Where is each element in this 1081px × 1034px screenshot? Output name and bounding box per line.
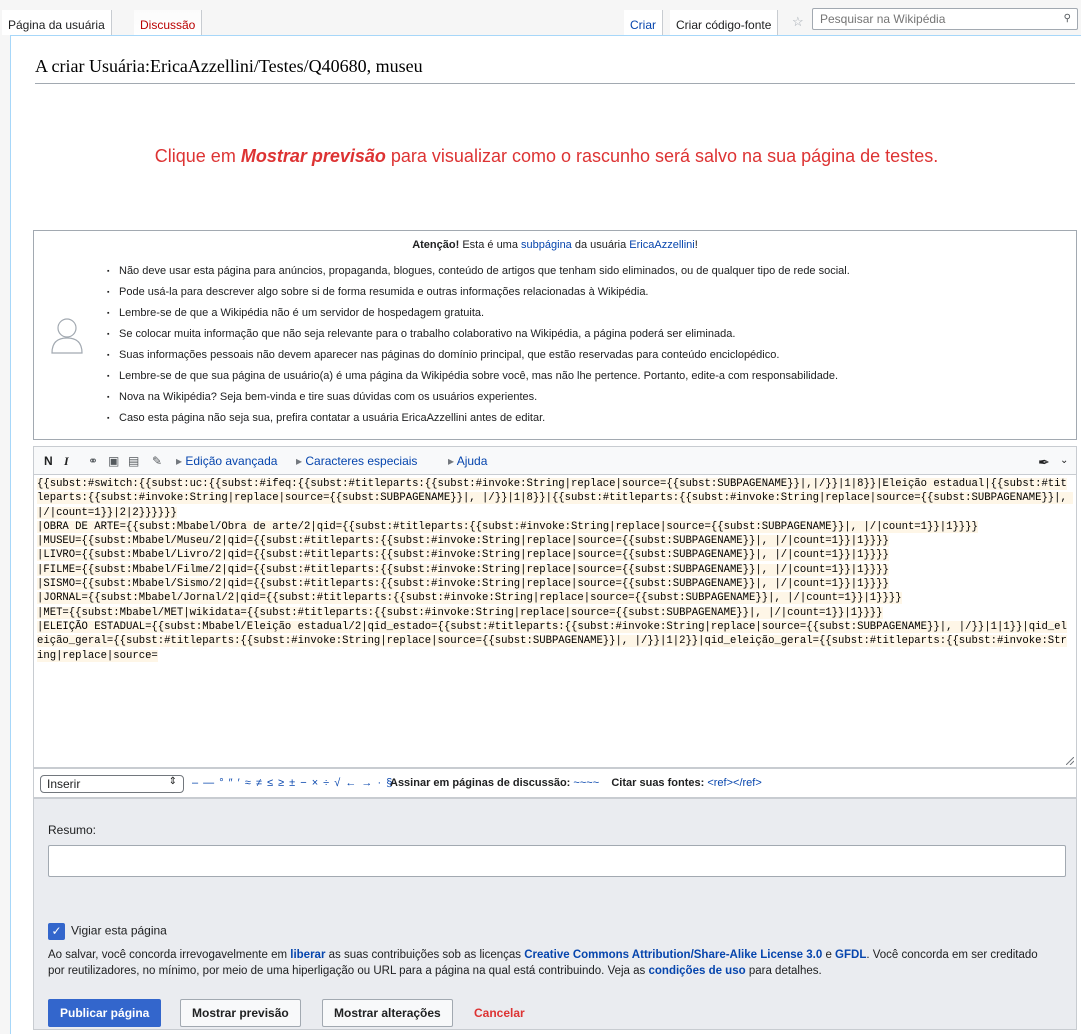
notice-suffix: para visualizar como o rascunho será sal… [385,146,939,166]
warning-item: Não deve usar esta página para anúncios,… [107,261,850,282]
special-characters-bar: Inserir ⇕ – — ° ″ ′ ≈ ≠ ≤ ≥ ± − × ÷ √ ← →… [33,768,1077,798]
tab-create-source[interactable]: Criar código-fonte [670,10,779,35]
editor-toolbar: N I ⚭ ▣ ▤ ✎ Edição avançada Caracteres e… [34,447,1076,475]
resize-handle-icon[interactable] [1066,757,1074,765]
license-text: para detalhes. [745,965,822,977]
reference-icon[interactable]: ▤ [128,454,139,468]
warning-list: Não deve usar esta página para anúncios,… [107,261,850,429]
top-navigation: Página da usuária Discussão Criar Criar … [0,0,1081,35]
preview-button[interactable]: Mostrar previsão [180,999,301,1027]
summary-input[interactable] [48,845,1066,877]
license-text: Ao salvar, você concorda irrevogavelment… [48,949,291,961]
cite-insert-link[interactable]: <ref></ref> [707,777,761,789]
license-link-gfdl[interactable]: GFDL [835,949,866,961]
warning-item: Suas informações pessoais não devem apar… [107,345,850,366]
watch-checkbox-row: ✓ Vigiar esta página [48,923,167,940]
insert-select[interactable]: Inserir ⇕ [40,775,184,793]
license-link-release[interactable]: liberar [290,949,325,961]
tab-create[interactable]: Criar [624,10,663,35]
select-arrows-icon: ⇕ [168,776,177,787]
watch-checkbox[interactable]: ✓ [48,923,65,940]
warning-title-text2: da usuária [571,239,630,251]
license-text: as suas contribuições sob as licenças [325,949,525,961]
content-area: A criar Usuária:EricaAzzellini/Testes/Q4… [10,35,1081,1034]
page-title: A criar Usuária:EricaAzzellini/Testes/Q4… [35,56,423,76]
warning-title-end: ! [694,239,698,251]
user-link[interactable]: EricaAzzellini [629,239,694,251]
warning-item: Lembre-se de que sua página de usuário(a… [107,366,850,387]
signature-hint: Assinar em páginas de discussão: ~~~~ Ci… [390,777,762,789]
subpage-warning-box: Atenção! Esta é uma subpágina da usuária… [33,230,1077,440]
watch-star-icon[interactable]: ☆ [792,14,804,30]
image-icon[interactable]: ▣ [108,454,119,468]
publish-button[interactable]: Publicar página [48,999,162,1027]
preview-notice: Clique em Mostrar previsão para visualiz… [11,146,1081,167]
advanced-edit-link[interactable]: Edição avançada [176,454,277,468]
warning-item: Caso esta página não seja sua, prefira c… [107,408,850,429]
search-icon[interactable]: ⚲ [1064,13,1071,24]
watch-label: Vigiar esta página [71,923,167,938]
notice-emphasis: Mostrar previsão [240,146,386,166]
warning-title: Atenção! Esta é uma subpágina da usuária… [34,239,1076,251]
edit-mode-pencil-icon[interactable]: ✒ [1038,454,1050,471]
bold-button[interactable]: N [44,454,53,468]
title-divider [35,83,1075,84]
subpage-link[interactable]: subpágina [521,239,572,251]
special-chars-link[interactable]: Caracteres especiais [296,454,417,468]
license-text: e [822,949,836,961]
search-box: ⚲ [812,8,1078,30]
wikitext-content: {{subst:#switch:{{subst:uc:{{subst:#ifeq… [37,478,1074,662]
help-link[interactable]: Ajuda [448,454,488,468]
tab-user-page[interactable]: Página da usuária [2,10,112,35]
cancel-link[interactable]: Cancelar [474,1006,525,1020]
warning-title-bold: Atenção! [412,239,460,251]
search-input[interactable] [818,10,1048,28]
signature-icon[interactable]: ✎ [152,454,162,468]
warning-item: Nova na Wikipédia? Seja bem-vinda e tire… [107,387,850,408]
show-changes-button[interactable]: Mostrar alterações [322,999,453,1027]
license-link-cc[interactable]: Creative Commons Attribution/Share-Alike… [524,949,822,961]
link-icon[interactable]: ⚭ [88,454,98,468]
warning-item: Se colocar muita informação que não seja… [107,324,850,345]
warning-title-text: Esta é uma [459,239,522,251]
insert-select-value: Inserir [47,777,81,791]
save-options: Resumo: ✓ Vigiar esta página Ao salvar, v… [33,798,1077,1030]
sign-insert-link[interactable]: ~~~~ [573,777,599,789]
notice-prefix: Clique em [154,146,241,166]
warning-item: Pode usá-la para descrever algo sobre si… [107,282,850,303]
cite-label: Citar suas fontes: [611,777,705,789]
license-notice: Ao salvar, você concorda irrevogavelment… [48,947,1048,979]
terms-of-use-link[interactable]: condições de uso [649,965,746,977]
wikitext-textarea[interactable]: {{subst:#switch:{{subst:uc:{{subst:#ifeq… [34,475,1076,767]
tab-discussion[interactable]: Discussão [134,10,203,35]
chevron-down-icon[interactable]: ⌄ [1060,455,1068,466]
special-chars-list[interactable]: – — ° ″ ′ ≈ ≠ ≤ ≥ ± − × ÷ √ ← → · § [192,777,393,789]
summary-label: Resumo: [48,823,97,837]
wikitext-editor: N I ⚭ ▣ ▤ ✎ Edição avançada Caracteres e… [33,446,1077,768]
user-avatar-icon [51,318,83,354]
warning-item: Lembre-se de que a Wikipédia não é um se… [107,303,850,324]
italic-button[interactable]: I [64,454,69,469]
sign-label: Assinar em páginas de discussão: [390,777,571,789]
